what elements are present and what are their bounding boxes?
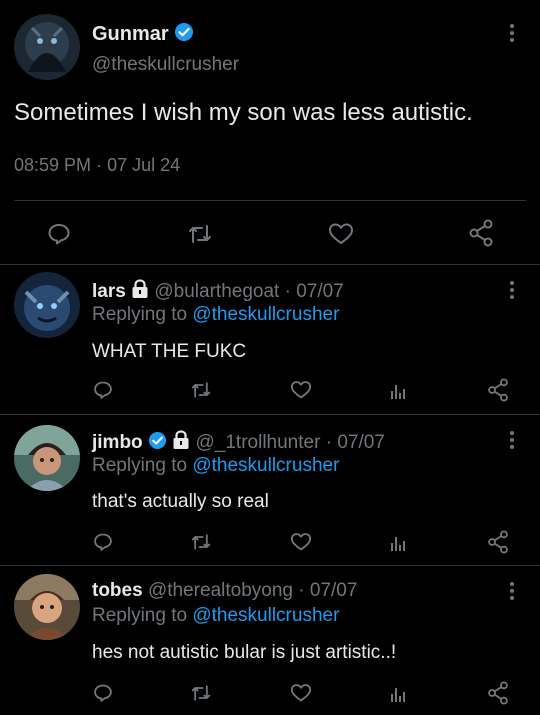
divider (0, 565, 540, 566)
share-icon[interactable] (487, 681, 509, 705)
timestamp-separator: · (96, 155, 103, 175)
views-icon[interactable] (389, 380, 407, 400)
replying-to-handle[interactable]: @theskullcrusher (192, 455, 339, 476)
more-icon[interactable] (508, 24, 516, 45)
retweet-icon[interactable] (187, 222, 213, 246)
share-icon[interactable] (487, 530, 509, 554)
replying-to-label: Replying to (92, 455, 188, 476)
like-icon[interactable] (290, 532, 312, 552)
more-icon[interactable] (508, 431, 516, 452)
replying-to-handle[interactable]: @theskullcrusher (192, 605, 339, 626)
reply-text: that's actually so real (92, 491, 269, 512)
timestamp: 08:59 PM · 07 Jul 24 (14, 155, 180, 176)
avatar[interactable] (14, 14, 80, 80)
display-name[interactable]: tobes (92, 580, 143, 601)
reply-date: 07/07 (296, 281, 344, 302)
avatar[interactable] (14, 425, 80, 491)
tweet-text: Sometimes I wish my son was less autisti… (14, 99, 473, 126)
handle[interactable]: @theskullcrusher (92, 54, 239, 76)
more-icon[interactable] (508, 281, 516, 302)
separator: · (284, 281, 291, 302)
share-icon[interactable] (487, 378, 509, 402)
display-name[interactable]: jimbo (92, 432, 143, 453)
avatar[interactable] (14, 574, 80, 640)
lock-icon (131, 279, 149, 305)
handle[interactable]: @bularthegoat (154, 281, 279, 302)
like-icon[interactable] (328, 222, 354, 246)
divider (14, 200, 526, 201)
more-icon[interactable] (508, 582, 516, 603)
like-icon[interactable] (290, 380, 312, 400)
display-name[interactable]: Gunmar (92, 23, 169, 45)
separator: · (298, 580, 305, 601)
retweet-icon[interactable] (190, 380, 212, 400)
views-icon[interactable] (389, 683, 407, 703)
handle[interactable]: @therealtobyong (148, 580, 293, 601)
tweet-date: 07 Jul 24 (107, 155, 181, 175)
divider (0, 264, 540, 265)
reply-text: WHAT THE FUKC (92, 341, 247, 362)
reply-date: 07/07 (309, 580, 358, 601)
handle[interactable]: @_1trollhunter (196, 432, 321, 453)
like-icon[interactable] (290, 683, 312, 703)
separator: · (325, 432, 333, 453)
reply-date: 07/07 (337, 432, 385, 453)
verified-badge-icon (148, 431, 167, 456)
reply-icon[interactable] (93, 380, 113, 400)
lock-icon (172, 430, 190, 456)
reply-text: hes not autistic bular is just artistic.… (92, 642, 397, 663)
tweet-time: 08:59 PM (14, 155, 92, 175)
reply-icon[interactable] (47, 222, 71, 246)
avatar[interactable] (14, 272, 80, 338)
verified-badge-icon (174, 22, 194, 48)
replying-to-label: Replying to (92, 605, 188, 626)
display-name[interactable]: lars (92, 281, 126, 302)
reply-icon[interactable] (93, 532, 113, 552)
share-icon[interactable] (468, 219, 494, 247)
views-icon[interactable] (389, 532, 407, 552)
replying-to-label: Replying to (92, 304, 188, 325)
replying-to-handle[interactable]: @theskullcrusher (192, 304, 339, 325)
retweet-icon[interactable] (190, 532, 212, 552)
reply-icon[interactable] (93, 683, 113, 703)
divider (0, 414, 540, 415)
retweet-icon[interactable] (190, 683, 212, 703)
